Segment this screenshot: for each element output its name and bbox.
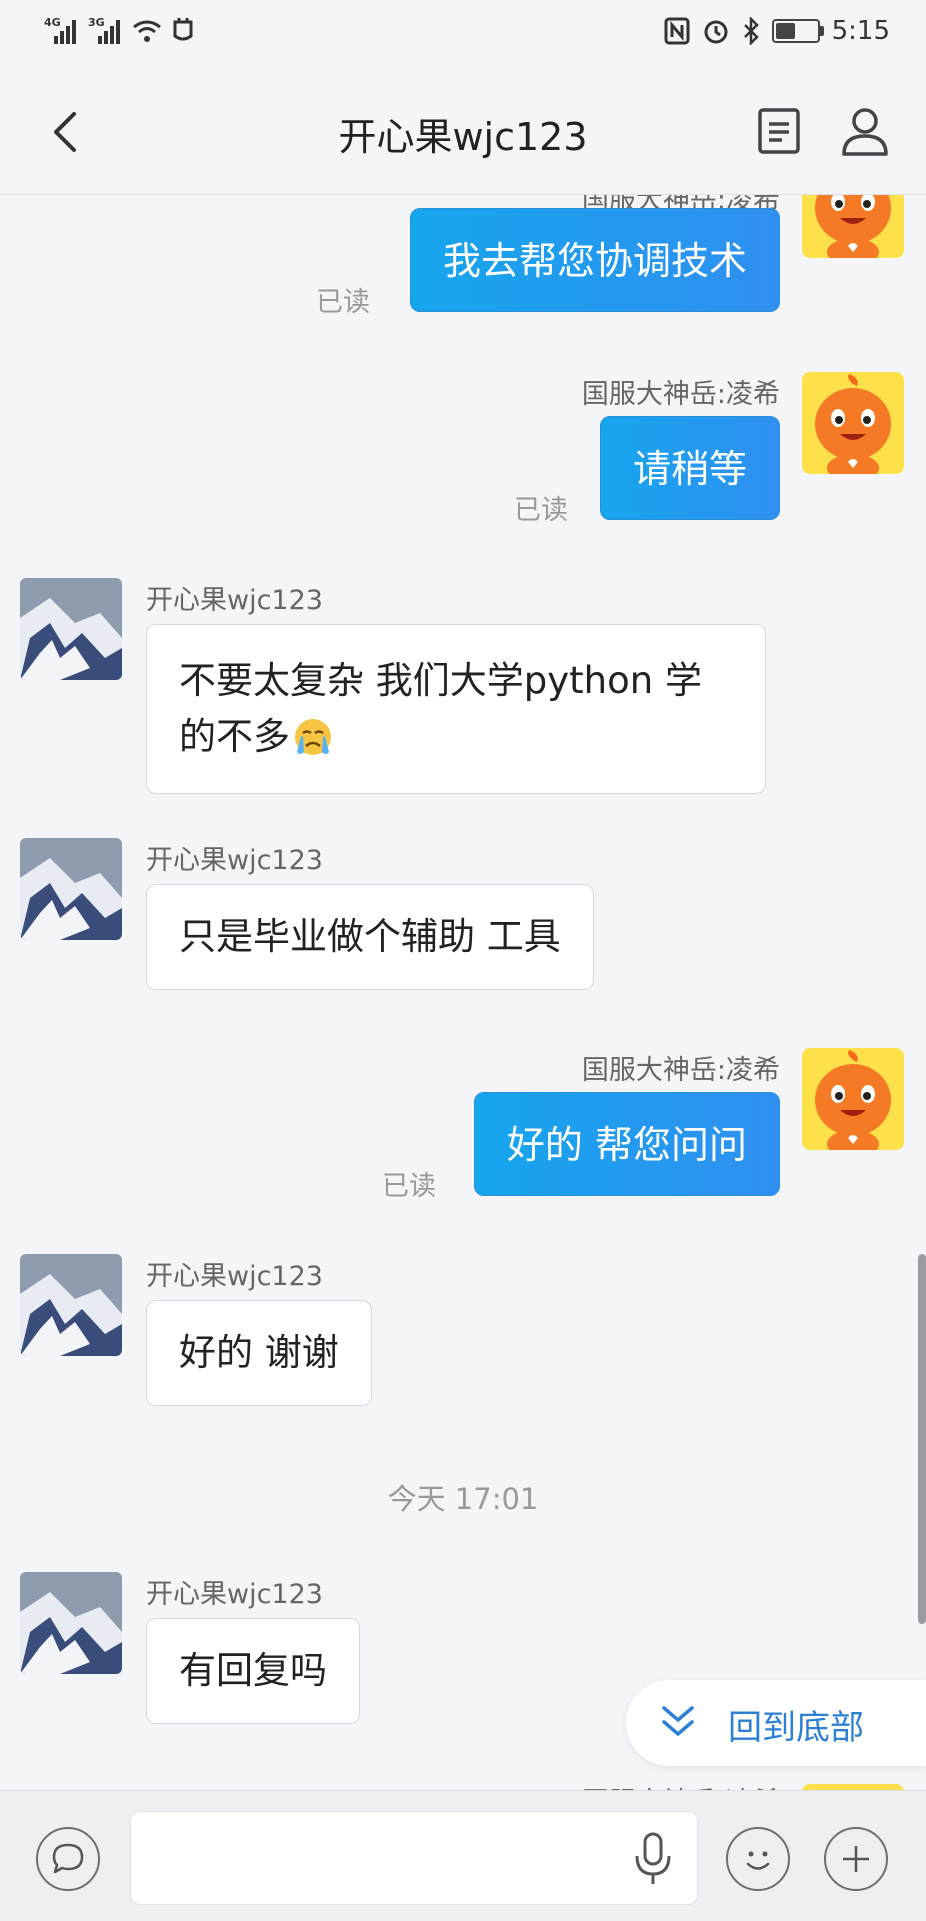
input-bar bbox=[0, 1790, 926, 1921]
microphone-icon[interactable] bbox=[631, 1832, 675, 1886]
message-text: 的不多 bbox=[179, 715, 290, 758]
network-2-label: 3G bbox=[88, 16, 105, 29]
document-icon[interactable] bbox=[754, 106, 804, 156]
nfc-icon bbox=[664, 17, 690, 45]
sender-name: 开心果wjc123 bbox=[146, 845, 323, 876]
snow-mountain-avatar-icon bbox=[20, 1254, 122, 1356]
signal-3g-icon: 3G bbox=[88, 16, 124, 44]
scrollbar[interactable] bbox=[918, 1254, 926, 1624]
sender-name: 开心果wjc123 bbox=[146, 1579, 323, 1610]
bluetooth-icon bbox=[743, 17, 759, 45]
chat-header: 开心果wjc123 bbox=[0, 70, 926, 195]
message-bubble-received[interactable]: 有回复吗 bbox=[146, 1618, 360, 1724]
message-bubble-sent[interactable]: 请稍等 bbox=[599, 416, 780, 520]
status-bar: 4G 3G 5:15 bbox=[0, 0, 926, 70]
emoji-button[interactable] bbox=[726, 1827, 790, 1891]
double-chevron-down-icon bbox=[662, 1706, 694, 1737]
alarm-icon bbox=[704, 20, 728, 44]
network-1-label: 4G bbox=[44, 16, 61, 29]
mascot-avatar-icon bbox=[815, 194, 891, 258]
read-receipt: 已读 bbox=[382, 1171, 436, 1202]
emoji-icon bbox=[746, 1851, 770, 1870]
snow-mountain-avatar-icon bbox=[20, 838, 122, 940]
chat-bubble-icon bbox=[52, 1843, 84, 1874]
avatar[interactable] bbox=[20, 838, 122, 940]
avatar[interactable] bbox=[802, 1048, 904, 1150]
avatar[interactable] bbox=[802, 194, 904, 258]
battery-icon bbox=[771, 19, 824, 43]
avatar[interactable] bbox=[20, 578, 122, 680]
scroll-to-bottom-button[interactable]: 回到底部 bbox=[626, 1680, 926, 1766]
message-bubble-received[interactable]: 不要太复杂 我们大学python 学 的不多 bbox=[146, 624, 766, 794]
sender-name: 开心果wjc123 bbox=[146, 1261, 323, 1292]
wifi-icon bbox=[133, 20, 161, 42]
message-timestamp: 今天 17:01 bbox=[387, 1482, 539, 1516]
message-text-line-1: 不要太复杂 我们大学python 学 bbox=[179, 659, 702, 702]
avatar[interactable] bbox=[802, 372, 904, 474]
message-input[interactable] bbox=[130, 1811, 698, 1905]
message-bubble-sent[interactable]: 好的 帮您问问 bbox=[473, 1092, 780, 1196]
message-bubble-sent[interactable]: 我去帮您协调技术 bbox=[409, 208, 780, 312]
plus-button[interactable] bbox=[824, 1827, 888, 1891]
message-list[interactable]: 国服大神岳:凌希 我去帮您协调技术 已读 国服大神岳:凌希 请稍等 已读 开心果… bbox=[0, 194, 926, 1790]
sender-name: 开心果wjc123 bbox=[146, 585, 323, 616]
message-bubble-received[interactable]: 好的 谢谢 bbox=[146, 1300, 372, 1406]
plus-icon bbox=[843, 1846, 869, 1872]
message-bubble-received[interactable]: 只是毕业做个辅助 工具 bbox=[146, 884, 594, 990]
snow-mountain-avatar-icon bbox=[20, 578, 122, 680]
crying-face-emoji bbox=[295, 719, 331, 755]
status-right: 5:15 bbox=[664, 16, 890, 46]
sender-name: 国服大神岳:凌希 bbox=[582, 1780, 780, 1790]
avatar[interactable] bbox=[20, 1572, 122, 1674]
chat-bubble-button[interactable] bbox=[36, 1827, 100, 1891]
mascot-avatar-icon bbox=[815, 374, 891, 474]
message-text-line-2: 的不多 bbox=[179, 709, 733, 765]
signal-4g-icon: 4G bbox=[44, 16, 80, 44]
status-left: 4G 3G bbox=[44, 16, 196, 44]
person-icon[interactable] bbox=[838, 104, 892, 158]
read-receipt: 已读 bbox=[316, 287, 370, 318]
status-time: 5:15 bbox=[831, 16, 890, 46]
avatar[interactable] bbox=[20, 1254, 122, 1356]
snow-mountain-avatar-icon bbox=[20, 1572, 122, 1674]
mascot-avatar-icon bbox=[815, 1050, 891, 1150]
sender-name: 国服大神岳:凌希 bbox=[581, 1055, 780, 1086]
notification-icon bbox=[173, 18, 193, 41]
scroll-to-bottom-label: 回到底部 bbox=[728, 1708, 864, 1748]
sender-name: 国服大神岳:凌希 bbox=[581, 379, 780, 410]
read-receipt: 已读 bbox=[514, 495, 568, 526]
